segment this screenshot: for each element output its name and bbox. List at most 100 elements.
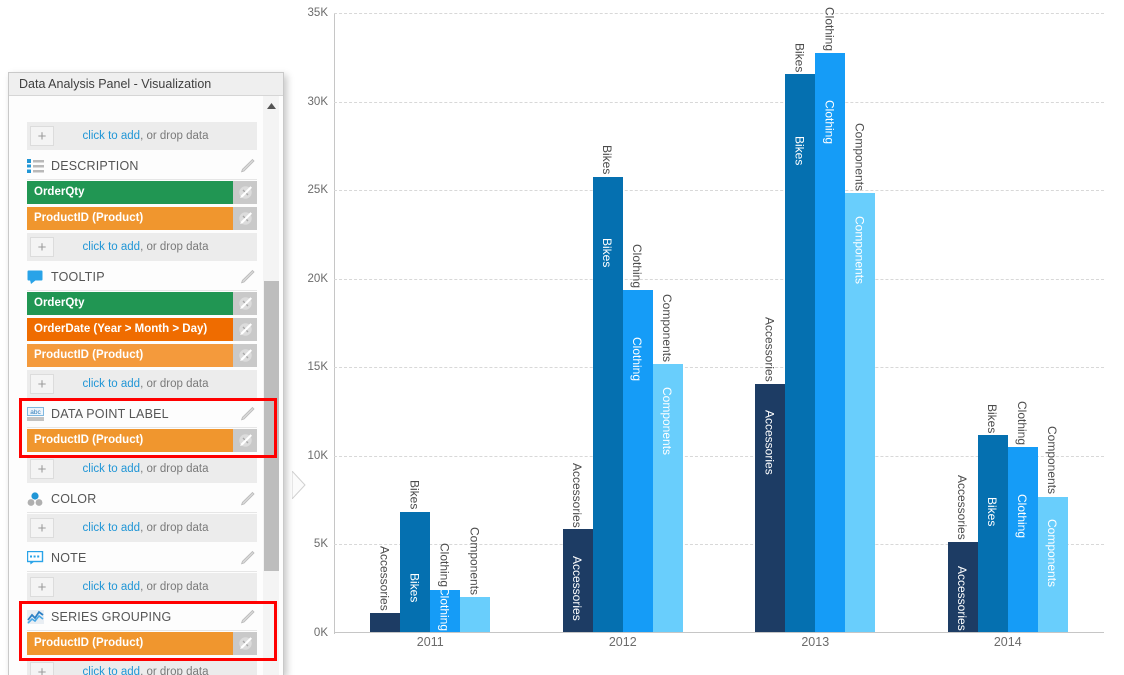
data-point-label-outside: Accessories bbox=[377, 545, 392, 611]
gridline bbox=[334, 13, 1104, 14]
x-axis-tick-label: 2013 bbox=[801, 635, 830, 649]
data-point-label-inside: Bikes bbox=[984, 497, 999, 527]
data-point-label-icon: abc bbox=[27, 406, 44, 422]
click-to-add-row[interactable]: + click to add, or drop data bbox=[27, 370, 257, 398]
panel-body: + click to add, or drop data DESCRIPTION Or… bbox=[9, 96, 283, 675]
data-analysis-panel: Data Analysis Panel - Visualization + cli… bbox=[8, 72, 306, 675]
plus-icon: + bbox=[30, 459, 54, 479]
click-to-add-label: click to add, or drop data bbox=[82, 581, 209, 593]
field-chip-productid[interactable]: ProductID (Product) bbox=[27, 207, 257, 230]
x-axis-tick-label: 2012 bbox=[608, 635, 637, 649]
gridline bbox=[334, 101, 1104, 103]
field-chip-orderdate[interactable]: OrderDate (Year > Month > Day) bbox=[27, 318, 257, 341]
field-chip-productid[interactable]: ProductID (Product) bbox=[27, 632, 257, 655]
data-point-label-outside: Clothing bbox=[629, 244, 644, 289]
click-to-add-link[interactable]: click to add bbox=[83, 463, 141, 475]
data-point-label-outside: Bikes bbox=[792, 42, 807, 72]
click-to-add-label: click to add, or drop data bbox=[82, 378, 209, 390]
edit-pencil-icon[interactable] bbox=[239, 158, 255, 174]
data-point-label-outside: Clothing bbox=[822, 6, 837, 51]
x-axis-tick-label: 2011 bbox=[416, 635, 444, 649]
data-point-label-outside: Components bbox=[659, 293, 674, 362]
click-to-add-row[interactable]: + click to add, or drop data bbox=[27, 658, 257, 675]
scroll-up-icon[interactable] bbox=[263, 98, 279, 114]
bar-2014-bikes[interactable] bbox=[977, 435, 1008, 632]
data-point-label-inside: Components bbox=[852, 215, 867, 284]
click-to-add-link[interactable]: click to add bbox=[83, 522, 141, 534]
edit-pencil-icon[interactable] bbox=[239, 269, 255, 285]
section-title: DATA POINT LABEL bbox=[51, 407, 169, 421]
data-point-label-inside: Clothing bbox=[437, 586, 452, 631]
click-to-add-label: click to add, or drop data bbox=[54, 666, 257, 675]
section-header-color[interactable]: COLOR bbox=[27, 486, 257, 513]
data-point-label-inside: Accessories bbox=[569, 555, 584, 621]
plus-icon: + bbox=[30, 577, 54, 597]
click-to-add-link[interactable]: click to add bbox=[83, 378, 141, 390]
edit-pencil-icon[interactable] bbox=[238, 322, 253, 337]
plus-icon: + bbox=[30, 237, 54, 257]
plus-icon: + bbox=[30, 126, 54, 146]
data-point-label-outside: Clothing bbox=[437, 543, 452, 588]
field-chip-label: ProductID (Product) bbox=[27, 429, 233, 452]
edit-pencil-icon[interactable] bbox=[238, 211, 253, 226]
y-axis-tick-label: 0K bbox=[313, 627, 328, 639]
y-axis-tick-label: 30K bbox=[307, 95, 328, 108]
section-title: TOOLTIP bbox=[51, 270, 105, 284]
y-axis-line bbox=[334, 13, 335, 634]
data-point-label-outside: Bikes bbox=[599, 145, 614, 175]
edit-pencil-icon[interactable] bbox=[238, 433, 253, 448]
edit-pencil-icon[interactable] bbox=[238, 296, 253, 311]
section-header-series-grouping[interactable]: SERIES GROUPING bbox=[27, 604, 257, 631]
click-to-add-row[interactable]: + click to add, or drop data bbox=[27, 573, 257, 601]
section-header-tooltip[interactable]: TOOLTIP bbox=[27, 264, 257, 291]
bar-2014-clothing[interactable] bbox=[1007, 446, 1038, 632]
field-chip-productid[interactable]: ProductID (Product) bbox=[27, 429, 257, 452]
click-to-add-link[interactable]: click to add bbox=[83, 241, 141, 253]
field-chip-productid[interactable]: ProductID (Product) bbox=[27, 344, 257, 367]
section-header-note[interactable]: NOTE bbox=[26, 545, 257, 572]
y-axis-tick-label: 25K bbox=[307, 184, 328, 197]
edit-pencil-icon[interactable] bbox=[238, 636, 253, 651]
bar-2011-bikes[interactable] bbox=[400, 511, 431, 632]
click-to-add-label: click to add, or drop data bbox=[82, 241, 209, 253]
edit-pencil-icon[interactable] bbox=[239, 406, 255, 422]
edit-pencil-icon[interactable] bbox=[239, 609, 255, 625]
edit-pencil-icon[interactable] bbox=[239, 491, 255, 507]
data-point-label-inside: Accessories bbox=[762, 410, 777, 475]
gridline bbox=[334, 367, 1104, 369]
field-chip-orderqty[interactable]: OrderQty bbox=[27, 181, 257, 204]
bar-2011-components[interactable] bbox=[460, 597, 491, 632]
edit-pencil-icon[interactable] bbox=[239, 550, 255, 566]
panel-title: Data Analysis Panel - Visualization bbox=[9, 73, 283, 96]
section-header-data-point-label[interactable]: abc DATA POINT LABEL bbox=[27, 401, 257, 428]
edit-pencil-icon[interactable] bbox=[238, 185, 253, 200]
panel-expand-chevron-icon[interactable] bbox=[291, 469, 306, 501]
data-point-label-inside: Accessories bbox=[954, 566, 969, 631]
section-header-description[interactable]: DESCRIPTION bbox=[27, 153, 257, 180]
click-to-add-row[interactable]: + click to add, or drop data bbox=[27, 233, 257, 261]
click-to-add-row[interactable]: + click to add, or drop data bbox=[27, 455, 257, 483]
field-chip-orderqty[interactable]: OrderQty bbox=[27, 292, 257, 315]
x-axis-line bbox=[334, 632, 1104, 633]
edit-pencil-icon[interactable] bbox=[238, 348, 253, 363]
data-point-label-inside: Bikes bbox=[407, 573, 422, 603]
click-to-add-link[interactable]: click to add bbox=[83, 666, 141, 675]
data-point-label-outside: Accessories bbox=[569, 462, 584, 528]
click-to-add-row[interactable]: + click to add, or drop data bbox=[27, 514, 257, 542]
data-point-label-inside: Bikes bbox=[792, 135, 807, 165]
chart-canvas: 0K 5K 10K 15K 20K 25K 30K 35K Accessories Bikes Bi… bbox=[290, 0, 1124, 675]
field-chip-label: ProductID (Product) bbox=[27, 344, 233, 367]
bar-2011-accessories[interactable] bbox=[370, 612, 401, 632]
svg-text:abc: abc bbox=[30, 409, 41, 416]
data-point-label-inside: Bikes bbox=[599, 238, 614, 268]
y-axis-tick-label: 20K bbox=[307, 272, 328, 285]
y-axis-tick-label: 5K bbox=[313, 538, 328, 551]
click-to-add-label: click to add, or drop data bbox=[82, 463, 209, 475]
data-point-label-inside: Clothing bbox=[1014, 493, 1029, 538]
click-to-add-row[interactable]: + click to add, or drop data bbox=[27, 122, 257, 150]
plus-icon: + bbox=[30, 518, 54, 538]
panel-scrollbar-thumb[interactable] bbox=[264, 281, 279, 571]
click-to-add-link[interactable]: click to add bbox=[83, 130, 141, 142]
data-point-label-outside: Components bbox=[1044, 426, 1059, 495]
click-to-add-link[interactable]: click to add bbox=[83, 581, 141, 593]
